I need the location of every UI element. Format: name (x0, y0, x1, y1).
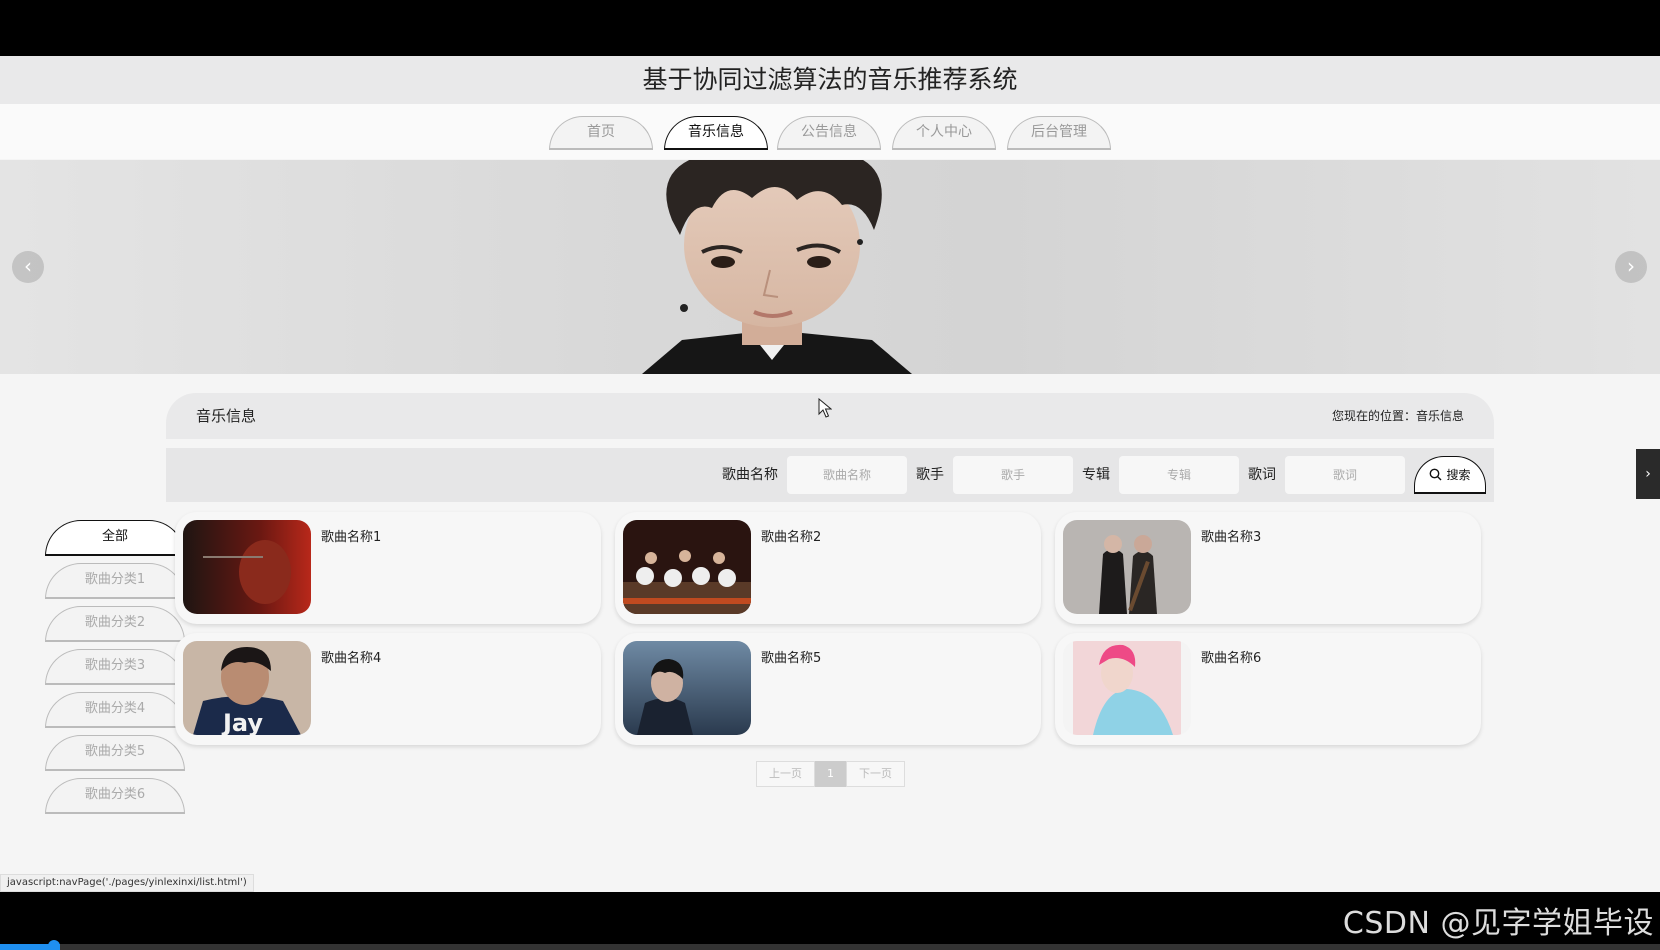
pagination: 上一页 1 下一页 (756, 761, 905, 787)
song-name: 歌曲名称2 (761, 530, 822, 545)
chevron-right-icon: › (1645, 466, 1651, 482)
song-card[interactable]: 歌曲名称1 (175, 512, 601, 624)
nav-tab-admin[interactable]: 后台管理 (1007, 116, 1111, 150)
song-name: 歌曲名称3 (1201, 530, 1262, 545)
song-cover-image (623, 641, 751, 735)
search-button[interactable]: 搜索 (1414, 456, 1486, 494)
search-button-label: 搜索 (1446, 468, 1471, 482)
song-card[interactable]: 歌曲名称6 (1055, 633, 1481, 745)
album-input[interactable] (1119, 456, 1239, 494)
banner-next-button[interactable]: › (1615, 251, 1647, 283)
song-cover-image: Jay (183, 641, 311, 735)
pager-prev-button[interactable]: 上一页 (756, 761, 815, 787)
song-name: 歌曲名称6 (1201, 651, 1262, 666)
site-header: 基于协同过滤算法的音乐推荐系统 (0, 56, 1660, 104)
category-item-3[interactable]: 歌曲分类3 (45, 649, 185, 685)
chevron-right-icon: › (1627, 254, 1635, 278)
main-nav: 首页 音乐信息 公告信息 个人中心 后台管理 (0, 104, 1660, 159)
pager-current-page[interactable]: 1 (815, 761, 846, 787)
pager-next-button[interactable]: 下一页 (846, 761, 905, 787)
song-name: 歌曲名称5 (761, 651, 822, 666)
lyrics-label: 歌词 (1248, 467, 1276, 483)
breadcrumb-location: 您现在的位置：音乐信息 (1331, 409, 1464, 423)
taskbar-strip (0, 944, 1660, 950)
side-expand-button[interactable]: › (1636, 449, 1660, 499)
category-list: 全部 歌曲分类1 歌曲分类2 歌曲分类3 歌曲分类4 歌曲分类5 歌曲分类6 (45, 520, 185, 821)
mouse-cursor-icon (818, 398, 832, 418)
song-name-label: 歌曲名称 (722, 467, 778, 483)
song-cover-image (1063, 641, 1191, 735)
chevron-left-icon: ‹ (24, 254, 32, 278)
watermark-text: CSDN @见字学姐毕设 (1342, 906, 1654, 941)
banner-carousel[interactable]: ‹ › (0, 160, 1660, 374)
section-title: 音乐信息 (196, 407, 257, 425)
song-card[interactable]: 歌曲名称5 (615, 633, 1041, 745)
category-item-4[interactable]: 歌曲分类4 (45, 692, 185, 728)
song-card[interactable]: 歌曲名称3 (1055, 512, 1481, 624)
nav-tab-announcements[interactable]: 公告信息 (777, 116, 881, 150)
browser-page: 基于协同过滤算法的音乐推荐系统 首页 音乐信息 公告信息 个人中心 后台管理 ‹… (0, 56, 1660, 892)
lyrics-input[interactable] (1285, 456, 1405, 494)
search-bar: 歌曲名称 歌手 专辑 歌词 搜索 (166, 448, 1494, 502)
search-icon (1430, 468, 1442, 481)
song-card[interactable]: Jay 歌曲名称4 (175, 633, 601, 745)
song-name: 歌曲名称1 (321, 530, 382, 545)
album-label: 专辑 (1082, 467, 1110, 483)
song-name-input[interactable] (787, 456, 907, 494)
song-cover-image (1063, 520, 1191, 614)
site-title: 基于协同过滤算法的音乐推荐系统 (642, 65, 1018, 94)
banner-image (642, 160, 912, 374)
song-card[interactable]: 歌曲名称2 (615, 512, 1041, 624)
status-bar-url: javascript:navPage('./pages/yinlexinxi/l… (0, 874, 254, 892)
taskbar-indicator-icon (48, 940, 60, 950)
cover-text: Jay (221, 709, 263, 735)
category-item-5[interactable]: 歌曲分类5 (45, 735, 185, 771)
nav-tab-personal-center[interactable]: 个人中心 (892, 116, 996, 150)
song-cover-image (183, 520, 311, 614)
category-item-1[interactable]: 歌曲分类1 (45, 563, 185, 599)
singer-label: 歌手 (916, 467, 944, 483)
category-item-6[interactable]: 歌曲分类6 (45, 778, 185, 814)
banner-prev-button[interactable]: ‹ (12, 251, 44, 283)
category-all[interactable]: 全部 (45, 520, 185, 556)
category-item-2[interactable]: 歌曲分类2 (45, 606, 185, 642)
song-name: 歌曲名称4 (321, 651, 382, 666)
nav-tab-music-info[interactable]: 音乐信息 (664, 116, 768, 150)
nav-tab-home[interactable]: 首页 (549, 116, 653, 150)
singer-input[interactable] (953, 456, 1073, 494)
song-cover-image (623, 520, 751, 614)
screen-top-border (0, 0, 1660, 56)
